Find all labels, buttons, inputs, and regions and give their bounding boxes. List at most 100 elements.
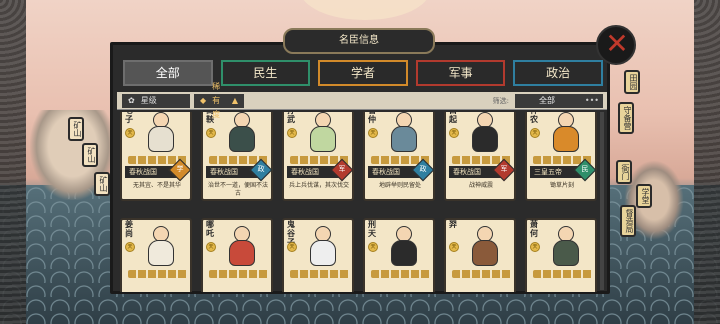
scrollbar[interactable] — [600, 112, 604, 290]
rarity-coin-icon: 天 — [125, 242, 135, 252]
class-badge-label: 政 — [419, 164, 427, 173]
side-tag-field[interactable]: 田园 — [624, 70, 640, 94]
class-badge-label: 学 — [176, 164, 184, 173]
star-rating-bar — [371, 270, 431, 278]
portrait-body — [148, 240, 174, 266]
minister-name: 老子 — [125, 112, 133, 124]
portrait-body — [310, 240, 336, 266]
minister-name: 羿 — [449, 220, 457, 229]
rarity-diamond-icon: ◆ — [200, 95, 207, 105]
minister-card[interactable]: 羿 天 — [444, 218, 516, 292]
minister-card[interactable]: 刑天 天 — [363, 218, 435, 292]
minister-portrait — [547, 224, 585, 268]
minister-portrait — [385, 224, 423, 268]
side-tag-garrison[interactable]: 守备营 — [618, 102, 634, 134]
minister-name: 刑天 — [368, 220, 376, 238]
portrait-body — [391, 240, 417, 266]
minister-card[interactable]: 鬼谷子 天 — [282, 218, 354, 292]
minister-card[interactable]: 神农 天 三皇五帝 民 锄草片刻 — [525, 112, 597, 201]
star-rating-bar — [128, 270, 188, 278]
minister-portrait — [223, 112, 261, 154]
minister-card[interactable]: 孙武 天 春秋战国 军 兵上兵伐谋，其次伐交 — [282, 112, 354, 201]
minister-portrait — [547, 112, 585, 154]
side-tag-mine-3[interactable]: 矿山 — [94, 172, 110, 196]
rarity-coin-icon: 天 — [206, 242, 216, 252]
star-sort-icon: ✿ — [128, 95, 135, 105]
minister-quote: 治世不一道，便国不法古 — [207, 182, 268, 197]
minister-quote: 战神威震 — [468, 182, 493, 189]
minister-quote: 地辟举则民留处 — [378, 182, 421, 189]
rarity-coin-icon: 天 — [449, 242, 459, 252]
minister-portrait — [304, 224, 342, 268]
side-tag-mine-2[interactable]: 矿山 — [82, 143, 98, 167]
portrait-body — [391, 126, 417, 152]
minister-card[interactable]: 白起 天 春秋战国 军 战神威震 — [444, 112, 516, 201]
class-badge-label: 政 — [257, 164, 265, 173]
sort-by-star[interactable]: ✿ 星级 — [122, 93, 190, 108]
star-rating-bar — [533, 270, 593, 278]
close-button[interactable]: ✕ — [596, 25, 636, 65]
portrait-body — [229, 126, 255, 152]
minister-quote: 兵上兵伐谋，其次伐交 — [288, 182, 349, 189]
tab-all[interactable]: 全部 — [123, 60, 213, 86]
filter-value: 全部 — [539, 95, 555, 105]
minister-portrait — [304, 112, 342, 154]
minister-card[interactable]: 管仲 天 春秋战国 政 地辟举则民留处 — [363, 112, 435, 201]
minister-quote: 无其宜、不是其华 — [132, 182, 181, 189]
minister-card[interactable]: 老子 天 春秋战国 学 无其宜、不是其华 — [120, 112, 192, 201]
rarity-coin-icon: 天 — [368, 242, 378, 252]
class-badge-label: 民 — [581, 164, 589, 173]
ellipsis-icon: ••• — [584, 95, 599, 105]
tab-politics[interactable]: 政治 — [513, 60, 603, 86]
sort-rarity-label: 稀有度 — [212, 81, 221, 119]
rarity-coin-icon: 天 — [125, 128, 135, 138]
rarity-coin-icon: 天 — [449, 128, 459, 138]
tab-livelihood[interactable]: 民生 — [220, 60, 311, 86]
star-rating-bar — [209, 270, 269, 278]
portrait-body — [472, 126, 498, 152]
minister-name: 萧何 — [530, 220, 538, 238]
right-pattern-border — [694, 0, 720, 324]
minister-name: 神农 — [530, 112, 538, 124]
portrait-body — [553, 126, 579, 152]
minister-card[interactable]: 哪吒 天 — [201, 218, 273, 292]
sort-by-rarity[interactable]: ◆ 稀有度 ▲ — [194, 82, 244, 119]
star-rating-bar — [452, 270, 512, 278]
minister-name: 姜尚 — [125, 220, 133, 238]
portrait-body — [229, 240, 255, 266]
rarity-coin-icon: 天 — [368, 128, 378, 138]
minister-name: 孙武 — [287, 112, 295, 124]
minister-card[interactable]: 萧何 天 — [525, 218, 597, 292]
side-tag-yamen[interactable]: 衙门 — [616, 160, 632, 184]
filter-select[interactable]: 全部 ••• — [515, 93, 603, 108]
sort-arrow-icon: ▲ — [231, 95, 238, 105]
rarity-coin-icon: 天 — [287, 242, 297, 252]
star-rating-bar — [290, 270, 350, 278]
left-pattern-border — [0, 0, 26, 324]
portrait-body — [148, 126, 174, 152]
class-badge-label: 军 — [338, 164, 346, 173]
portrait-body — [553, 240, 579, 266]
rarity-coin-icon: 天 — [530, 242, 540, 252]
side-tag-school[interactable]: 学堂 — [636, 184, 652, 208]
tab-military[interactable]: 军事 — [415, 60, 506, 86]
close-icon: ✕ — [605, 27, 629, 60]
side-tag-workshop[interactable]: 督造局 — [620, 205, 636, 237]
minister-name: 白起 — [449, 112, 457, 124]
minister-portrait — [466, 112, 504, 154]
minister-portrait — [142, 224, 180, 268]
portrait-body — [310, 126, 336, 152]
sort-star-label: 星级 — [140, 95, 157, 105]
minister-card[interactable]: 姜尚 天 — [120, 218, 192, 292]
panel-title: 名臣信息 — [283, 28, 435, 54]
minister-portrait — [385, 112, 423, 154]
minister-name: 哪吒 — [206, 220, 214, 238]
side-tag-mine-1[interactable]: 矿山 — [68, 117, 84, 141]
minister-card[interactable]: 商鞅 天 春秋战国 政 治世不一道，便国不法古 — [201, 112, 273, 201]
rarity-coin-icon: 天 — [530, 128, 540, 138]
rarity-coin-icon: 天 — [287, 128, 297, 138]
minister-quote: 锄草片刻 — [549, 182, 574, 189]
filter-bar: ✿ 星级 ◆ 稀有度 ▲ 筛选: 全部 ••• — [117, 82, 607, 119]
class-badge-label: 军 — [500, 164, 508, 173]
tab-scholar[interactable]: 学者 — [318, 60, 408, 86]
